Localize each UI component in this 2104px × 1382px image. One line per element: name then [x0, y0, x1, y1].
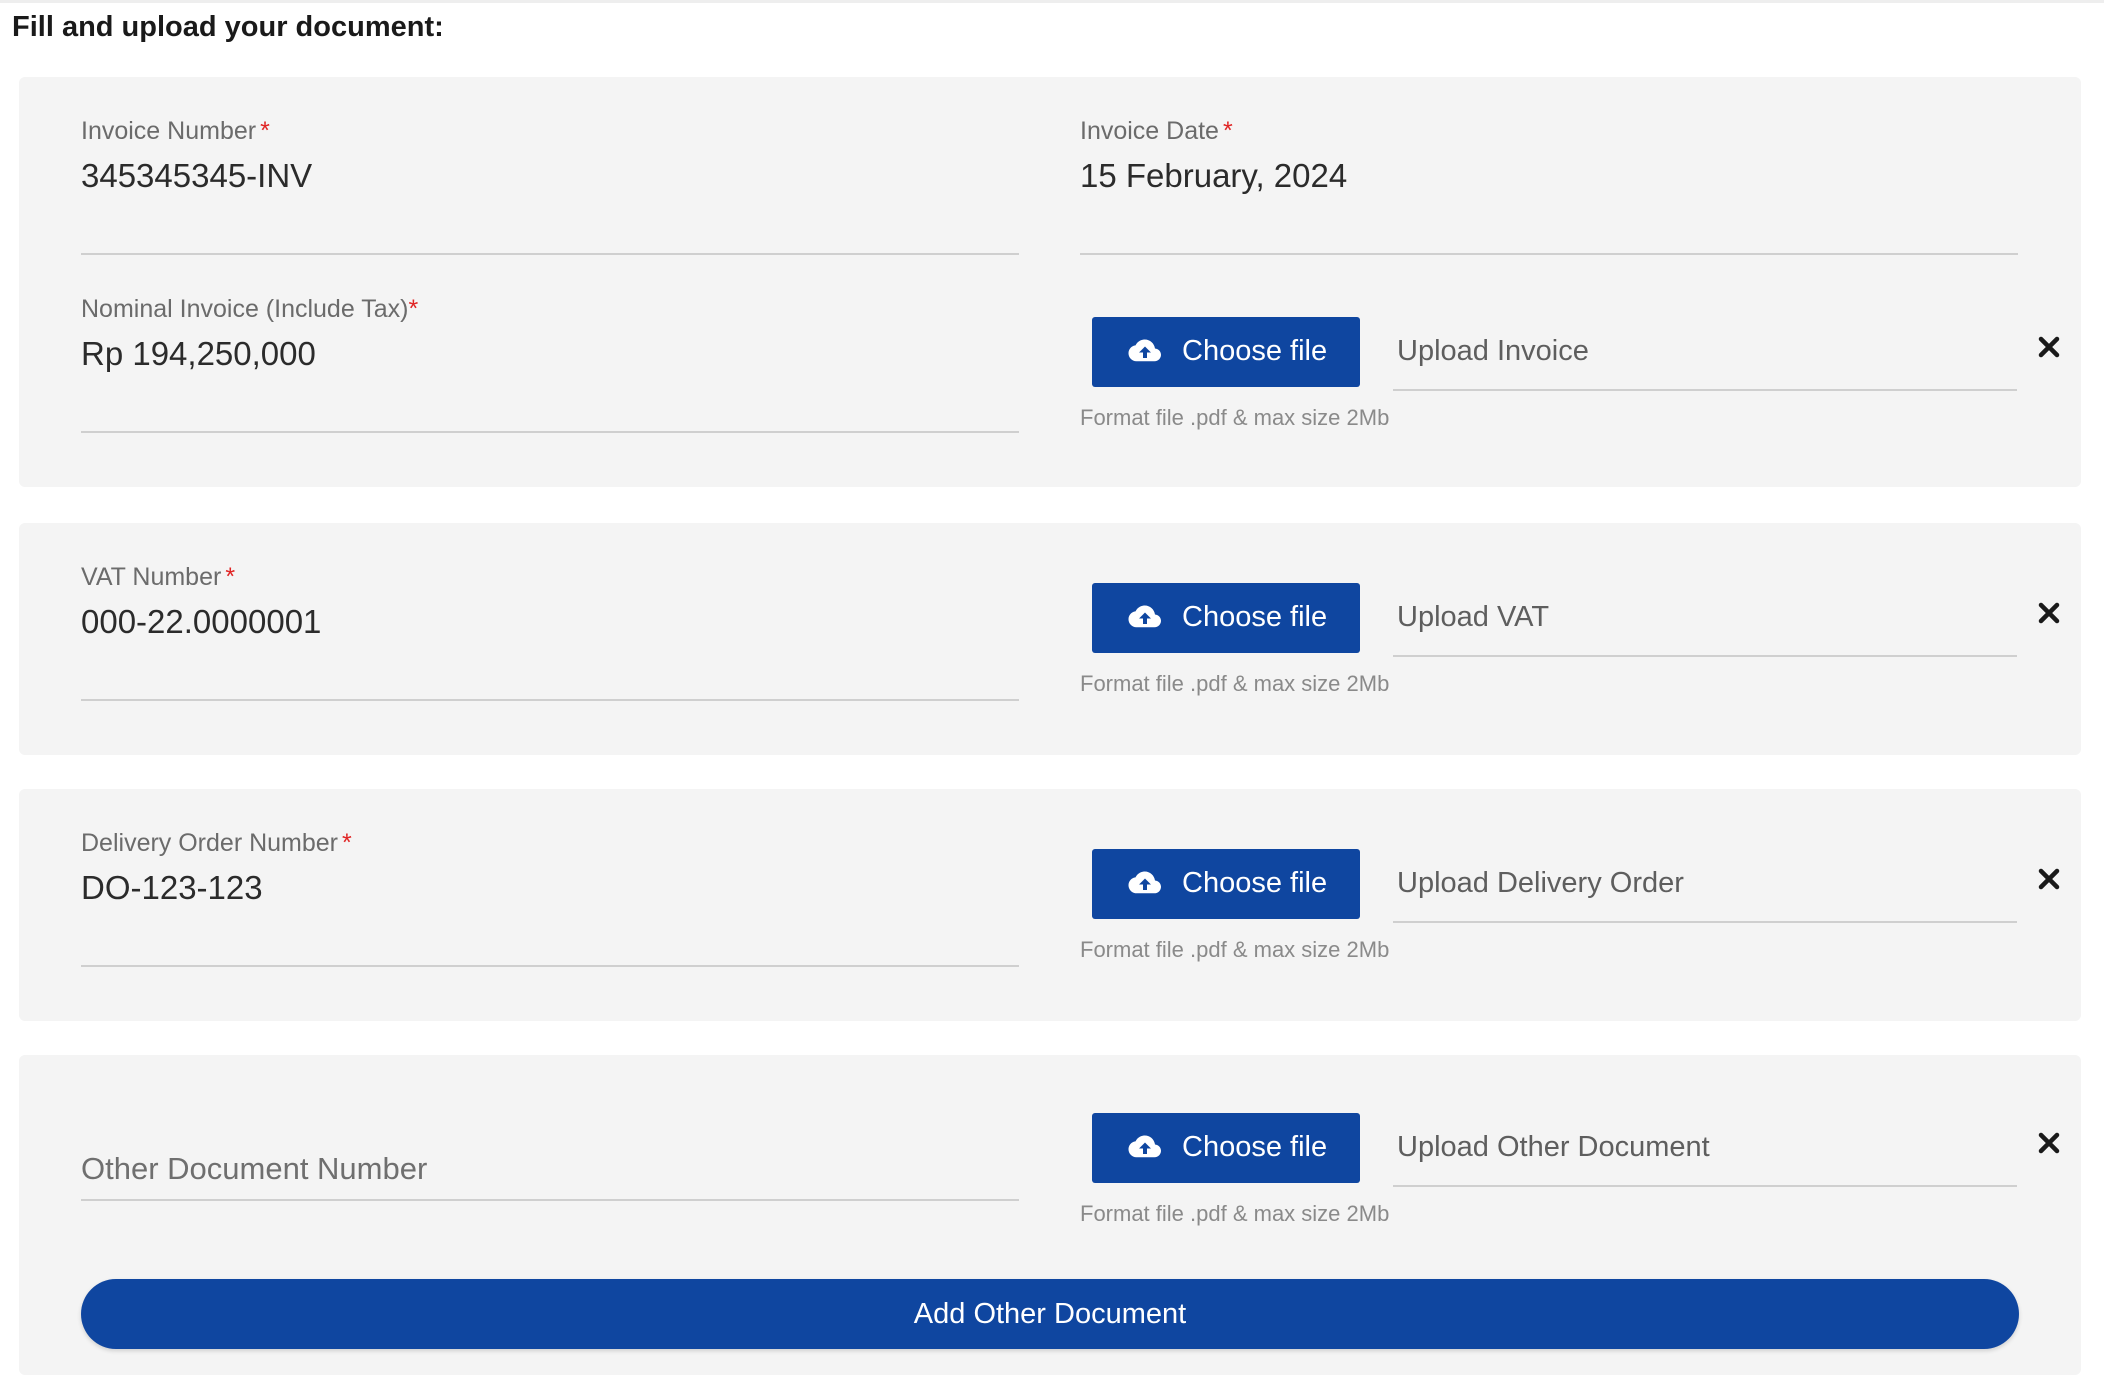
close-icon[interactable] — [2037, 1131, 2061, 1155]
delivery-order-number-label: Delivery Order Number * — [81, 829, 352, 857]
close-icon[interactable] — [2037, 601, 2061, 625]
close-icon[interactable] — [2037, 335, 2061, 359]
choose-file-button-vat[interactable]: Choose file — [1092, 583, 1360, 653]
choose-file-label: Choose file — [1182, 867, 1328, 899]
upload-invoice-placeholder: Upload Invoice — [1397, 335, 1589, 367]
upload-vat-field[interactable]: Upload VAT — [1393, 583, 2017, 657]
choose-file-label: Choose file — [1182, 1131, 1328, 1163]
upload-delivery-order-hint: Format file .pdf & max size 2Mb — [1080, 937, 1390, 962]
upload-invoice-hint: Format file .pdf & max size 2Mb — [1080, 405, 1390, 430]
invoice-date-value: 15 February, 2024 — [1080, 157, 1348, 194]
required-mark: * — [408, 295, 419, 323]
upload-vat-hint: Format file .pdf & max size 2Mb — [1080, 671, 1390, 696]
invoice-number-field[interactable]: Invoice Number * 345345345-INV — [81, 117, 1019, 255]
required-mark: * — [260, 117, 270, 145]
upload-vat-placeholder: Upload VAT — [1397, 601, 1550, 633]
upload-document-page: Fill and upload your document: Invoice N… — [0, 0, 2104, 1382]
invoice-number-value: 345345345-INV — [81, 157, 313, 194]
nominal-invoice-label: Nominal Invoice (Include Tax)* — [81, 295, 419, 323]
vat-number-field[interactable]: VAT Number * 000-22.0000001 — [81, 563, 1019, 701]
upload-delivery-order-field[interactable]: Upload Delivery Order — [1393, 849, 2017, 923]
other-document-number-placeholder: Other Document Number — [81, 1151, 428, 1186]
invoice-number-label: Invoice Number * — [81, 117, 270, 145]
required-mark: * — [1222, 117, 1233, 145]
delivery-order-card: Delivery Order Number * DO-123-123 Choose… — [19, 789, 2081, 1021]
required-mark: * — [225, 563, 236, 591]
delivery-order-number-field[interactable]: Delivery Order Number * DO-123-123 — [81, 829, 1019, 967]
close-icon[interactable] — [2037, 867, 2061, 891]
page-title: Fill and upload your document: — [12, 11, 444, 43]
invoice-card: Invoice Number * 345345345-INV Invoice Da… — [19, 77, 2081, 487]
add-other-document-button[interactable]: Add Other Document — [81, 1279, 2019, 1349]
upload-other-document-hint: Format file .pdf & max size 2Mb — [1080, 1201, 1390, 1226]
other-document-number-field[interactable]: Other Document Number — [81, 1115, 1019, 1201]
upload-invoice-field[interactable]: Upload Invoice — [1393, 317, 2017, 391]
cloud-upload-icon — [1128, 605, 1161, 628]
invoice-date-label: Invoice Date * — [1080, 117, 1233, 145]
upload-delivery-order-placeholder: Upload Delivery Order — [1397, 867, 1684, 899]
delivery-order-number-value: DO-123-123 — [81, 869, 263, 906]
cloud-upload-icon — [1128, 339, 1161, 362]
upload-other-document-field[interactable]: Upload Other Document — [1393, 1113, 2017, 1187]
choose-file-label: Choose file — [1182, 601, 1328, 633]
required-mark: * — [342, 829, 352, 857]
vat-number-value: 000-22.0000001 — [81, 603, 322, 640]
cloud-upload-icon — [1128, 1135, 1161, 1158]
vat-card: VAT Number * 000-22.0000001 Choose file U… — [19, 523, 2081, 755]
choose-file-button-delivery-order[interactable]: Choose file — [1092, 849, 1360, 919]
nominal-invoice-field[interactable]: Nominal Invoice (Include Tax)* Rp 194,25… — [81, 295, 1019, 433]
vat-number-label: VAT Number * — [81, 563, 236, 591]
nominal-invoice-value: Rp 194,250,000 — [81, 335, 316, 372]
upload-other-document-placeholder: Upload Other Document — [1397, 1131, 1710, 1163]
cloud-upload-icon — [1128, 871, 1161, 894]
choose-file-button-invoice[interactable]: Choose file — [1092, 317, 1360, 387]
choose-file-label: Choose file — [1182, 335, 1328, 367]
choose-file-button-other-document[interactable]: Choose file — [1092, 1113, 1360, 1183]
invoice-date-field[interactable]: Invoice Date * 15 February, 2024 — [1080, 117, 2018, 255]
